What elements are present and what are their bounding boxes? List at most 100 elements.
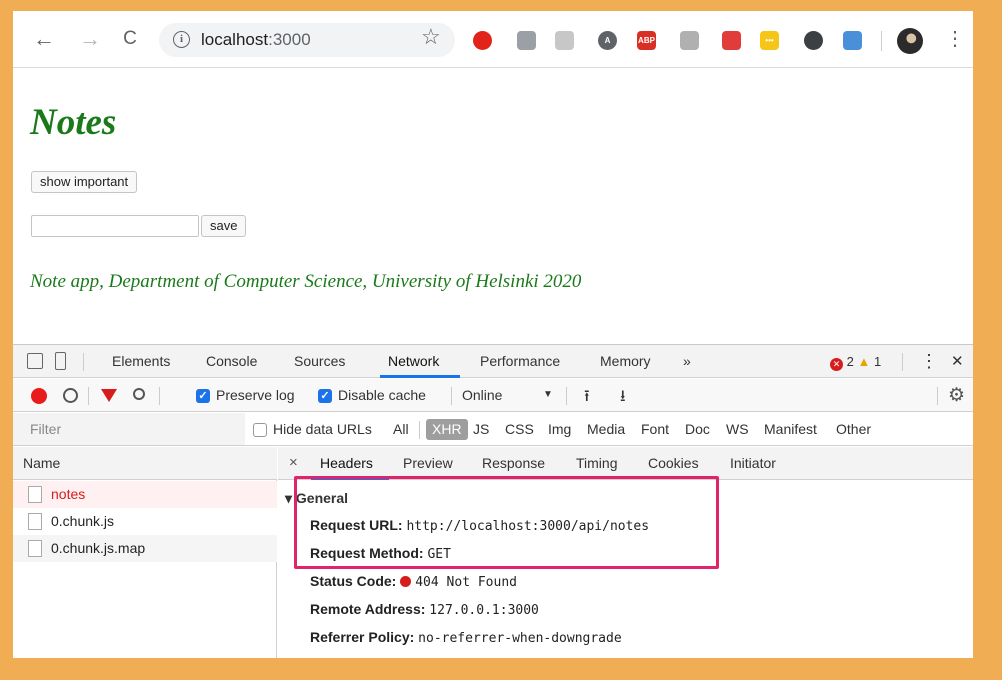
filter-type-js[interactable]: JS <box>473 421 489 437</box>
opera-extension-icon[interactable] <box>473 31 492 50</box>
file-icon <box>28 513 42 530</box>
filter-type-manifest[interactable]: Manifest <box>764 421 817 437</box>
divider <box>419 421 420 439</box>
tab-timing[interactable]: Timing <box>576 455 618 471</box>
active-tab-indicator <box>380 375 460 378</box>
tab-preview[interactable]: Preview <box>403 455 453 471</box>
warning-icon: ▲ <box>857 354 871 369</box>
record-icon[interactable] <box>31 388 47 404</box>
tab-sources[interactable]: Sources <box>294 353 345 369</box>
file-icon <box>28 486 42 503</box>
filter-funnel-icon[interactable] <box>101 389 117 402</box>
tools-extension-icon[interactable] <box>680 31 699 50</box>
export-har-icon[interactable]: ⭳ <box>620 385 626 412</box>
tab-elements[interactable]: Elements <box>112 353 170 369</box>
divider <box>566 387 567 405</box>
address-bar[interactable]: i localhost:3000 <box>159 23 455 57</box>
timer-extension-icon[interactable] <box>555 31 574 50</box>
disable-cache-checkbox[interactable]: ✓ <box>318 389 332 403</box>
search-icon[interactable] <box>133 388 145 400</box>
forward-icon[interactable]: → <box>77 27 103 51</box>
tab-initiator[interactable]: Initiator <box>730 455 776 471</box>
save-button[interactable]: save <box>201 215 247 237</box>
clear-icon[interactable] <box>63 388 78 403</box>
referrer-policy-row: Referrer Policy: no-referrer-when-downgr… <box>310 629 622 646</box>
request-name: 0.chunk.js.map <box>51 540 146 556</box>
back-icon[interactable]: ← <box>31 27 57 51</box>
issues-counter[interactable]: ✕ 2 ▲ 1 <box>830 354 881 371</box>
filter-type-media[interactable]: Media <box>587 421 625 437</box>
disable-cache-label: Disable cache <box>338 387 426 403</box>
settings-gear-icon[interactable]: ⚙ <box>948 384 965 407</box>
close-details-icon[interactable]: × <box>289 454 298 471</box>
header-value: 127.0.0.1:3000 <box>429 603 539 618</box>
network-filter-bar: Filter Hide data URLs All XHR JS CSS Img… <box>13 413 973 446</box>
preserve-log-checkbox[interactable]: ✓ <box>196 389 210 403</box>
filter-type-doc[interactable]: Doc <box>685 421 710 437</box>
toolbar-divider <box>881 31 882 51</box>
tab-cookies[interactable]: Cookies <box>648 455 699 471</box>
url-text[interactable]: localhost:3000 <box>201 30 311 50</box>
tab-network[interactable]: Network <box>388 353 439 369</box>
request-details: × Headers Preview Response Timing Cookie… <box>278 447 973 658</box>
adblock-extension-icon[interactable]: ABP <box>637 31 656 50</box>
profile-avatar[interactable] <box>897 28 923 54</box>
tab-response[interactable]: Response <box>482 455 545 471</box>
tab-headers[interactable]: Headers <box>320 455 373 471</box>
status-code-row: Status Code: 404 Not Found <box>310 573 517 590</box>
filter-type-all[interactable]: All <box>393 421 409 437</box>
chevron-down-icon[interactable]: ▼ <box>543 389 553 400</box>
inspect-element-icon[interactable] <box>27 353 43 369</box>
request-row[interactable]: 0.chunk.js.map <box>13 535 277 562</box>
tab-memory[interactable]: Memory <box>600 353 651 369</box>
browser-window: ← → C i localhost:3000 ☆ A ABP ••• ⋮ Notes… <box>13 11 973 658</box>
reload-icon[interactable]: C <box>117 27 143 51</box>
shield-extension-icon[interactable] <box>517 31 536 50</box>
note-input[interactable] <box>31 215 199 237</box>
request-row[interactable]: 0.chunk.js <box>13 508 277 535</box>
accessibility-extension-icon[interactable]: A <box>598 31 617 50</box>
divider <box>451 387 452 405</box>
filter-type-ws[interactable]: WS <box>726 421 749 437</box>
filter-placeholder: Filter <box>30 421 62 437</box>
filter-type-xhr[interactable]: XHR <box>426 419 468 440</box>
filter-type-css[interactable]: CSS <box>505 421 534 437</box>
throttling-select[interactable]: Online <box>462 387 502 403</box>
remote-address-row: Remote Address: 127.0.0.1:3000 <box>310 601 539 618</box>
chrome-menu-icon[interactable]: ⋮ <box>945 29 965 49</box>
password-extension-icon[interactable]: ••• <box>760 31 779 50</box>
puzzle-extension-icon[interactable] <box>722 31 741 50</box>
more-tabs-button[interactable]: » <box>683 353 691 369</box>
filter-type-other[interactable]: Other <box>836 421 871 437</box>
divider <box>88 387 89 405</box>
import-har-icon[interactable]: ⭱ <box>584 385 590 412</box>
bookmark-star-icon[interactable]: ☆ <box>421 24 441 50</box>
browser-toolbar: ← → C i localhost:3000 ☆ A ABP ••• ⋮ <box>13 11 973 68</box>
divider <box>83 353 84 371</box>
network-toolbar: ✓ Preserve log ✓ Disable cache Online ▼ … <box>13 379 973 412</box>
filter-type-font[interactable]: Font <box>641 421 669 437</box>
show-important-button[interactable]: show important <box>31 171 138 193</box>
close-devtools-icon[interactable]: ✕ <box>951 352 964 370</box>
filter-type-img[interactable]: Img <box>548 421 571 437</box>
error-count: 2 <box>846 354 854 369</box>
devtools-tab-bar: Elements Console Sources Network Perform… <box>13 345 973 378</box>
react-devtools-extension-icon[interactable] <box>843 31 862 50</box>
header-key: Status Code: <box>310 573 397 589</box>
tab-performance[interactable]: Performance <box>480 353 560 369</box>
request-list-header[interactable]: Name <box>13 447 277 480</box>
hide-data-urls-checkbox[interactable] <box>253 423 267 437</box>
header-value: no-referrer-when-downgrade <box>418 631 622 646</box>
site-info-icon[interactable]: i <box>173 31 190 48</box>
tab-console[interactable]: Console <box>206 353 257 369</box>
url-port: :3000 <box>268 30 311 49</box>
request-row-notes[interactable]: notes <box>13 481 277 508</box>
devtools-menu-icon[interactable]: ⋮ <box>920 351 938 372</box>
header-key: Referrer Policy: <box>310 629 415 645</box>
preserve-log-label: Preserve log <box>216 387 295 403</box>
sync-extension-icon[interactable] <box>804 31 823 50</box>
filter-input[interactable]: Filter <box>13 413 245 445</box>
page-content: Notes show important save Note app, Depa… <box>13 69 973 344</box>
divider <box>159 387 160 405</box>
device-toolbar-icon[interactable] <box>55 352 66 370</box>
